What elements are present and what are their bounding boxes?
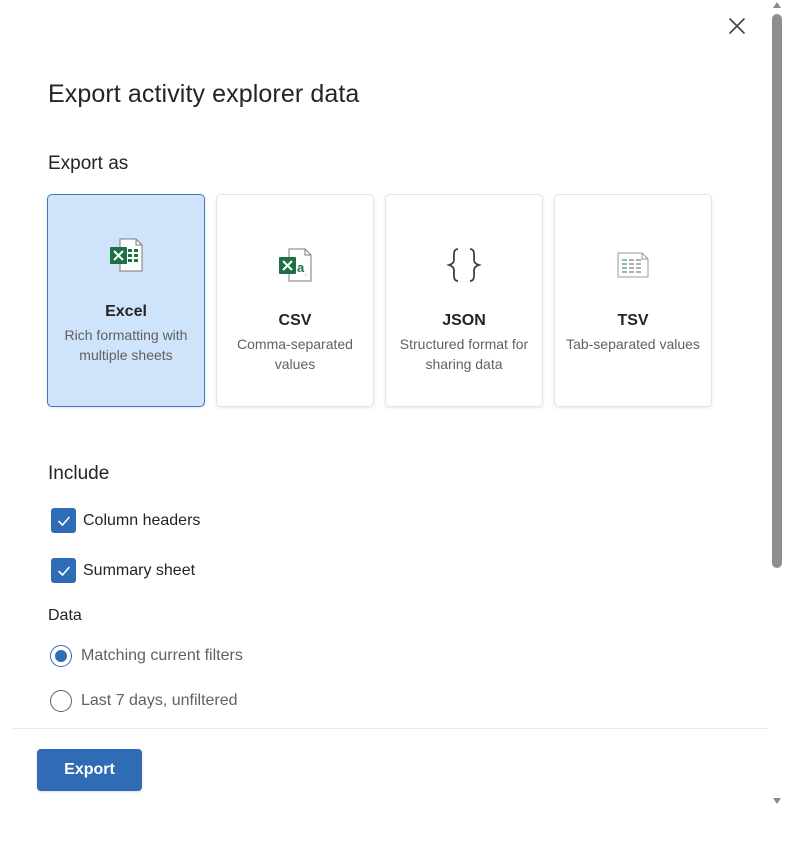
include-heading: Include bbox=[48, 463, 110, 484]
close-button[interactable] bbox=[722, 11, 752, 41]
format-card-json[interactable]: JSON Structured format for sharing data bbox=[385, 194, 543, 407]
matching-filters-radio[interactable] bbox=[50, 645, 72, 667]
format-card-group: Excel Rich formatting with multiple shee… bbox=[47, 194, 712, 407]
close-icon bbox=[729, 18, 745, 34]
tsv-icon bbox=[613, 245, 653, 285]
column-headers-checkbox[interactable] bbox=[51, 508, 76, 533]
format-name: TSV bbox=[617, 312, 649, 329]
format-description: Comma-separated values bbox=[237, 336, 353, 372]
format-description: Tab-separated values bbox=[566, 336, 700, 352]
radio-selected-dot bbox=[55, 650, 67, 662]
summary-sheet-label: Summary sheet bbox=[83, 561, 196, 579]
export-dialog: Export activity explorer data Export as bbox=[0, 0, 770, 843]
last-7-days-radio[interactable] bbox=[50, 690, 72, 712]
format-name: JSON bbox=[442, 312, 486, 329]
format-card-excel[interactable]: Excel Rich formatting with multiple shee… bbox=[47, 194, 205, 407]
scrollbar-thumb[interactable] bbox=[772, 14, 782, 568]
svg-text:a: a bbox=[297, 260, 305, 275]
data-heading: Data bbox=[48, 607, 82, 624]
checkmark-icon bbox=[57, 566, 70, 576]
column-headers-label: Column headers bbox=[83, 511, 201, 529]
export-as-heading: Export as bbox=[48, 153, 129, 174]
format-name: CSV bbox=[278, 312, 312, 329]
scroll-up-arrow-icon[interactable] bbox=[773, 2, 781, 8]
scroll-down-arrow-icon[interactable] bbox=[773, 798, 781, 804]
last-7-days-label: Last 7 days, unfiltered bbox=[81, 692, 238, 709]
summary-sheet-checkbox[interactable] bbox=[51, 558, 76, 583]
format-card-csv[interactable]: a , CSV Comma-separated values bbox=[216, 194, 374, 407]
footer-divider bbox=[12, 728, 768, 729]
checkmark-icon bbox=[57, 516, 70, 526]
summary-sheet-checkbox-row[interactable]: Summary sheet bbox=[51, 558, 195, 583]
matching-filters-label: Matching current filters bbox=[81, 647, 243, 664]
format-card-tsv[interactable]: TSV Tab-separated values bbox=[554, 194, 712, 407]
format-description: Structured format for sharing data bbox=[399, 336, 529, 372]
dialog-title: Export activity explorer data bbox=[48, 80, 360, 108]
format-description: Rich formatting with multiple sheets bbox=[64, 327, 188, 363]
json-braces-icon bbox=[444, 245, 484, 285]
format-name: Excel bbox=[105, 303, 147, 320]
export-button[interactable]: Export bbox=[37, 749, 142, 791]
csv-icon: a , bbox=[275, 245, 315, 285]
excel-icon bbox=[106, 235, 146, 275]
column-headers-checkbox-row[interactable]: Column headers bbox=[51, 508, 200, 533]
matching-filters-radio-row[interactable]: Matching current filters bbox=[50, 645, 243, 667]
last-7-days-radio-row[interactable]: Last 7 days, unfiltered bbox=[50, 690, 238, 712]
